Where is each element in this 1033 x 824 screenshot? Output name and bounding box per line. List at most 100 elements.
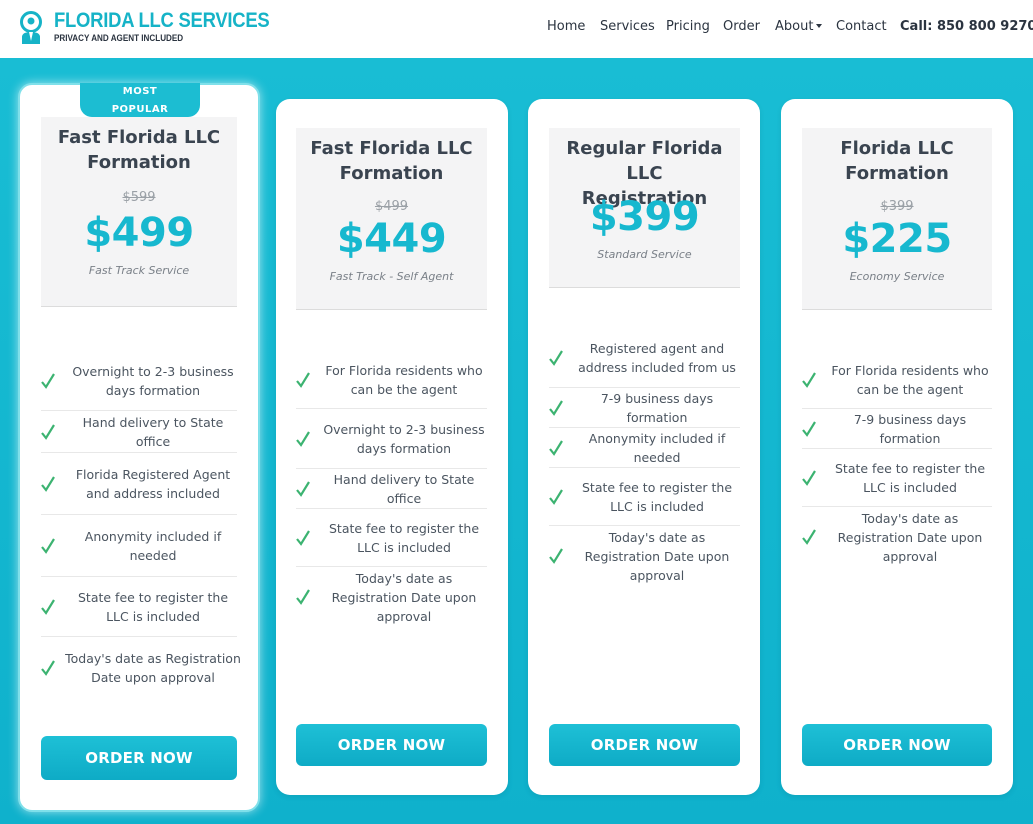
brand-tagline: PRIVACY AND AGENT INCLUDED bbox=[54, 33, 184, 43]
plan-price: $399 bbox=[589, 194, 700, 240]
feature-text: 7-9 business days formation bbox=[853, 411, 967, 446]
order-now-button[interactable]: ORDER NOW bbox=[802, 724, 992, 766]
check-icon bbox=[296, 430, 310, 447]
feature-text: 7-9 business days formation bbox=[600, 390, 714, 425]
feature-item: 7-9 business days formation bbox=[549, 388, 740, 428]
plan-price: $449 bbox=[336, 216, 447, 262]
feature-item: State fee to register the LLC is include… bbox=[802, 449, 992, 507]
chevron-down-icon bbox=[816, 23, 823, 28]
feature-text: Registered agent and address included fr… bbox=[578, 340, 736, 375]
feature-text: Hand delivery to State office bbox=[333, 471, 475, 506]
feature-item: Florida Registered Agent and address inc… bbox=[41, 453, 237, 515]
feature-text: State fee to register the LLC is include… bbox=[77, 589, 229, 624]
check-icon bbox=[549, 349, 563, 366]
old-price: $399 bbox=[880, 199, 914, 214]
feature-item: Today's date as Registration Date upon a… bbox=[549, 526, 740, 586]
check-icon bbox=[802, 371, 816, 388]
nav-order[interactable]: Order bbox=[723, 19, 760, 34]
feature-text: For Florida residents who can be the age… bbox=[325, 362, 483, 397]
feature-item: 7-9 business days formation bbox=[802, 409, 992, 449]
feature-text: Today's date as Registration Date upon a… bbox=[837, 510, 983, 564]
price-box: Regular Florida LLC Registration $399 St… bbox=[549, 128, 740, 288]
feature-text: Today's date as Registration Date upon a… bbox=[331, 570, 477, 624]
phone-number[interactable]: Call: 850 800 9270 bbox=[900, 19, 1033, 34]
nav-about[interactable]: About bbox=[775, 19, 823, 34]
check-icon bbox=[41, 598, 55, 615]
check-icon bbox=[296, 589, 310, 605]
price-box: Fast Florida LLC Formation $499 $449 Fas… bbox=[296, 128, 487, 310]
feature-item: Hand delivery to State office bbox=[41, 411, 237, 453]
service-type: Fast Track - Self Agent bbox=[329, 270, 454, 283]
feature-text: Anonymity included if needed bbox=[84, 528, 222, 563]
feature-item: Today's date as Registration Date upon a… bbox=[802, 507, 992, 567]
price-box: Fast Florida LLC Formation $599 $499 Fas… bbox=[41, 117, 237, 307]
agent-person-icon[interactable] bbox=[18, 11, 44, 45]
feature-item: Today's date as Registration Date upon a… bbox=[41, 637, 241, 699]
feature-item: Hand delivery to State office bbox=[296, 469, 487, 509]
feature-text: State fee to register the LLC is include… bbox=[581, 479, 733, 514]
feature-item: Anonymity included if needed bbox=[549, 428, 740, 468]
check-icon bbox=[802, 420, 816, 437]
feature-text: Overnight to 2-3 business days formation bbox=[323, 421, 485, 456]
pricing-card-fast-499: MOST POPULAR Fast Florida LLC Formation … bbox=[18, 83, 260, 812]
pricing-card-economy-225: Florida LLC Formation $399 $225 Economy … bbox=[781, 99, 1013, 795]
check-icon bbox=[549, 439, 563, 456]
feature-item: Anonymity included if needed bbox=[41, 515, 237, 577]
feature-text: Overnight to 2-3 business days formation bbox=[72, 363, 234, 398]
service-type: Economy Service bbox=[849, 270, 945, 283]
price-box: Florida LLC Formation $399 $225 Economy … bbox=[802, 128, 992, 310]
feature-item: State fee to register the LLC is include… bbox=[549, 468, 740, 526]
feature-item: Registered agent and address included fr… bbox=[549, 328, 740, 388]
feature-item: State fee to register the LLC is include… bbox=[296, 509, 487, 567]
feature-text: Hand delivery to State office bbox=[82, 414, 224, 449]
check-icon bbox=[41, 537, 55, 554]
most-popular-badge: MOST POPULAR bbox=[80, 83, 200, 117]
order-now-button[interactable]: ORDER NOW bbox=[296, 724, 487, 766]
nav-home[interactable]: Home bbox=[547, 19, 585, 34]
nav-services[interactable]: Services bbox=[600, 19, 655, 34]
check-icon bbox=[41, 423, 55, 440]
check-icon bbox=[802, 529, 816, 545]
plan-title: Florida LLC Formation bbox=[840, 138, 954, 184]
badge-label: MOST POPULAR bbox=[111, 86, 169, 115]
feature-text: Today's date as Registration Date upon a… bbox=[584, 529, 730, 583]
feature-item: Overnight to 2-3 business days formation bbox=[41, 351, 237, 411]
service-type: Fast Track Service bbox=[88, 264, 190, 277]
feature-item: For Florida residents who can be the age… bbox=[296, 351, 487, 409]
check-icon bbox=[296, 371, 310, 388]
plan-price: $499 bbox=[84, 210, 194, 256]
nav-pricing[interactable]: Pricing bbox=[666, 19, 710, 34]
site-header: FLORIDA LLC SERVICES PRIVACY AND AGENT I… bbox=[0, 0, 1033, 58]
pricing-card-regular-399: Regular Florida LLC Registration $399 St… bbox=[528, 99, 760, 795]
plan-price: $225 bbox=[842, 216, 952, 262]
feature-text: State fee to register the LLC is include… bbox=[328, 520, 480, 555]
feature-item: State fee to register the LLC is include… bbox=[41, 577, 237, 637]
order-now-button[interactable]: ORDER NOW bbox=[549, 724, 740, 766]
check-icon bbox=[296, 480, 310, 497]
feature-item: Today's date as Registration Date upon a… bbox=[296, 567, 487, 627]
plan-title: Fast Florida LLC Formation bbox=[310, 138, 473, 184]
pricing-card-self-agent-449: Fast Florida LLC Formation $499 $449 Fas… bbox=[276, 99, 508, 795]
service-type: Standard Service bbox=[597, 248, 692, 261]
check-icon bbox=[41, 660, 55, 676]
check-icon bbox=[41, 372, 55, 389]
order-now-button[interactable]: ORDER NOW bbox=[41, 736, 237, 780]
feature-text: State fee to register the LLC is include… bbox=[834, 460, 986, 495]
old-price: $499 bbox=[374, 199, 409, 214]
old-price: $599 bbox=[122, 190, 156, 205]
nav-about-label: About bbox=[775, 19, 814, 34]
brand[interactable]: FLORIDA LLC SERVICES PRIVACY AND AGENT I… bbox=[54, 9, 299, 44]
brand-name: FLORIDA LLC SERVICES bbox=[54, 9, 270, 32]
feature-text: Anonymity included if needed bbox=[588, 430, 726, 465]
check-icon bbox=[549, 399, 563, 416]
nav-contact[interactable]: Contact bbox=[836, 19, 887, 34]
check-icon bbox=[549, 548, 563, 564]
plan-title: Fast Florida LLC Formation bbox=[57, 127, 221, 173]
check-icon bbox=[549, 488, 563, 505]
check-icon bbox=[41, 475, 55, 492]
feature-text: For Florida residents who can be the age… bbox=[831, 362, 989, 397]
feature-item: For Florida residents who can be the age… bbox=[802, 351, 992, 409]
check-icon bbox=[802, 469, 816, 486]
check-icon bbox=[296, 529, 310, 546]
feature-text: Florida Registered Agent and address inc… bbox=[75, 466, 231, 501]
